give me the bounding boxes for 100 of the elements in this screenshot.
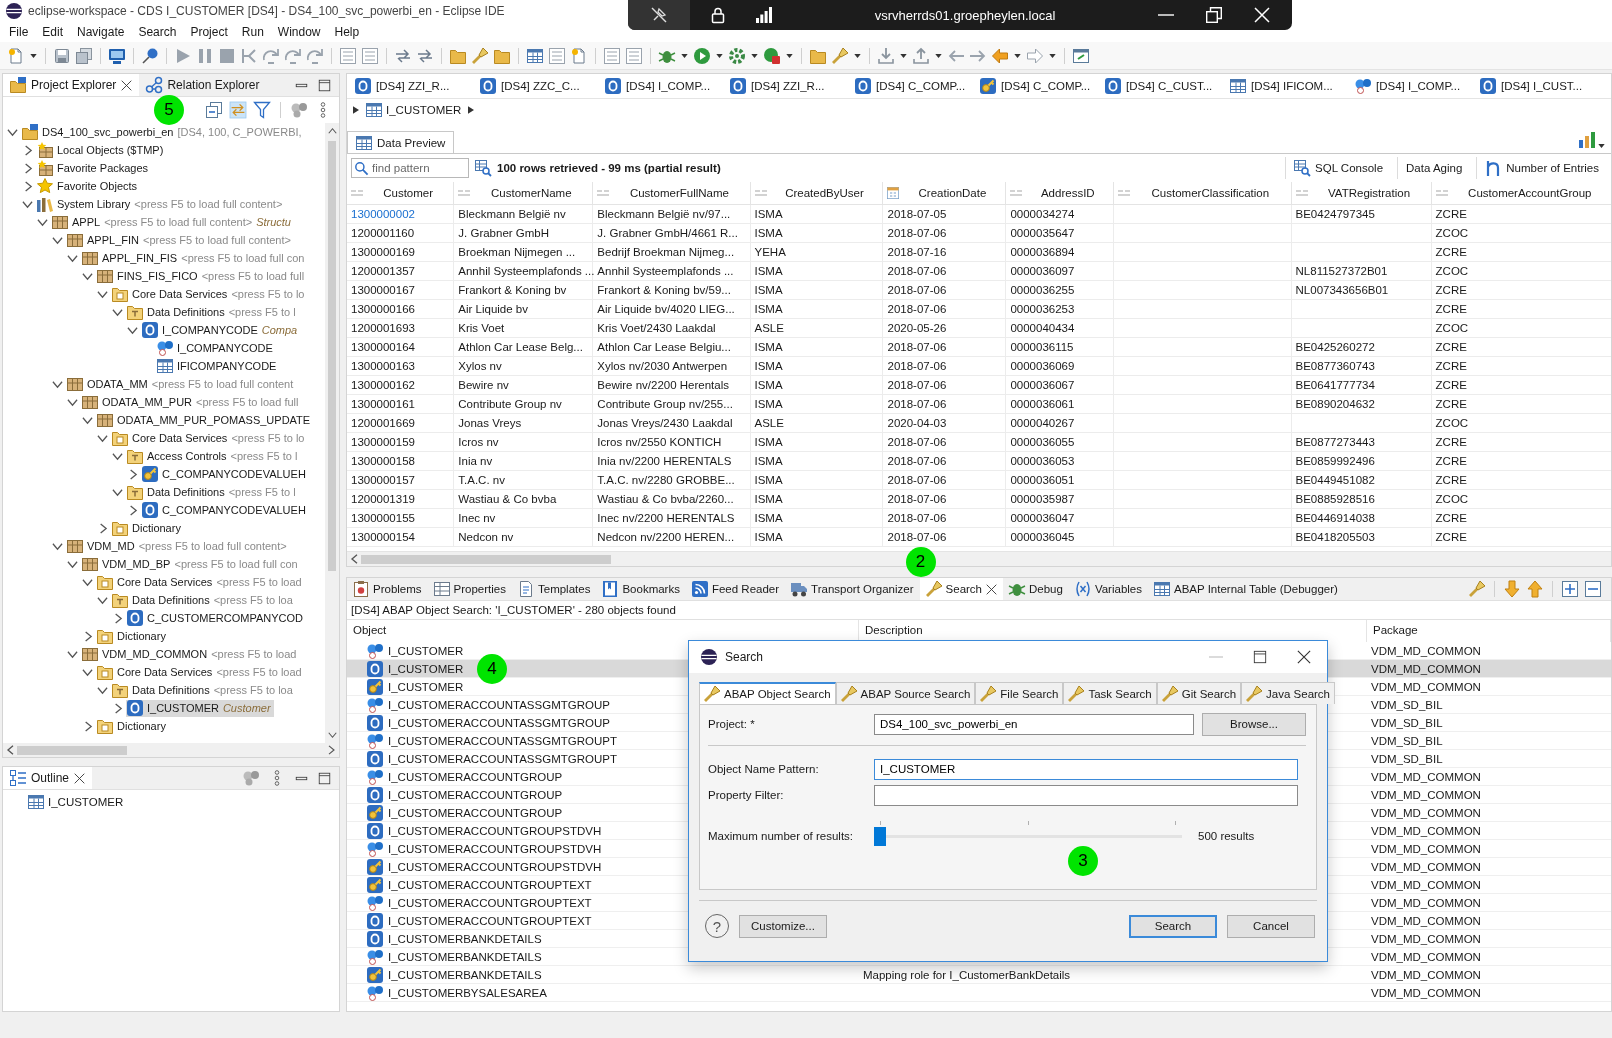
slider-thumb[interactable]: [874, 827, 886, 846]
menu-item[interactable]: File: [2, 24, 36, 40]
chevron-icon[interactable]: [82, 414, 93, 426]
chevron-icon[interactable]: [127, 504, 138, 516]
caret-icon[interactable]: [1014, 53, 1021, 58]
chevron-icon[interactable]: [97, 522, 108, 534]
table-icon[interactable]: [527, 47, 543, 64]
chevron-icon[interactable]: [67, 558, 78, 570]
chevron-icon[interactable]: [67, 252, 78, 264]
tree-item[interactable]: Data Definitions <press F5 to l: [126, 303, 299, 321]
tab[interactable]: Git Search: [1156, 682, 1242, 704]
view-tab[interactable]: Project Explorer: [3, 74, 140, 96]
chevron-icon[interactable]: [82, 720, 93, 732]
chevron-icon[interactable]: [112, 702, 123, 714]
flashlight-icon[interactable]: [1469, 581, 1485, 597]
restore-icon[interactable]: [1206, 7, 1222, 23]
caret-icon[interactable]: [900, 53, 907, 58]
list-icon[interactable]: [362, 47, 378, 64]
chevron-icon[interactable]: [52, 234, 63, 246]
chevron-icon[interactable]: [82, 666, 93, 678]
view-tab[interactable]: Relation Explorer: [139, 74, 267, 96]
chevron-icon[interactable]: [22, 162, 33, 174]
input-field[interactable]: I_CUSTOMER: [874, 758, 1298, 780]
tree-item[interactable]: VDM_MD <press F5 to load full content>: [66, 537, 290, 555]
chevron-icon[interactable]: [351, 554, 358, 564]
tab[interactable]: Java Search: [1241, 682, 1335, 704]
maximize-icon[interactable]: [1253, 650, 1267, 664]
chart-icon[interactable]: [1579, 132, 1595, 148]
chevron-icon[interactable]: [82, 576, 93, 588]
tree-item[interactable]: Data Definitions <press F5 to l: [126, 483, 299, 501]
right-arrow-icon[interactable]: [1027, 47, 1043, 64]
tree-item[interactable]: ODATA_MM <press F5 to load full content: [66, 375, 297, 393]
folder-icon[interactable]: [450, 47, 466, 64]
chevron-icon[interactable]: [22, 144, 33, 156]
column-header[interactable]: Package: [1373, 623, 1418, 637]
chevron-icon[interactable]: [327, 127, 337, 135]
tree-item[interactable]: Data Definitions <press F5 to loa: [111, 591, 296, 609]
tree-item[interactable]: FINS_FIS_FICO <press F5 to load full: [96, 267, 308, 285]
tree-item[interactable]: IFICOMPANYCODE: [156, 357, 280, 375]
menu-item[interactable]: Help: [327, 24, 367, 40]
editor-tab[interactable]: [DS4] I_COMP...: [599, 74, 724, 98]
toolbar-button[interactable]: Data Aging: [1397, 157, 1471, 179]
vertical-scrollbar[interactable]: [325, 123, 339, 743]
column-header[interactable]: VATRegistration: [1291, 182, 1432, 205]
tree-item[interactable]: System Library <press F5 to load full content>: [36, 195, 286, 213]
horizontal-scrollbar[interactable]: [347, 551, 1611, 566]
tree-item[interactable]: APPL <press F5 to load full content> Structu: [51, 213, 294, 231]
tree-item[interactable]: Access Controls <press F5 to l: [126, 447, 301, 465]
tree-item[interactable]: Core Data Services <press F5 to lo: [111, 429, 308, 447]
editor-tab[interactable]: [DS4] I_CUST...: [1474, 74, 1599, 98]
upload-icon[interactable]: [913, 47, 929, 64]
tree-item[interactable]: Core Data Services <press F5 to load: [96, 663, 305, 681]
tab[interactable]: File Search: [975, 682, 1064, 704]
column-header[interactable]: AddressID: [1005, 182, 1114, 205]
left-arrow-icon[interactable]: [992, 47, 1008, 64]
outline-item[interactable]: I_CUSTOMER: [25, 793, 127, 811]
maximize-icon[interactable]: [318, 771, 331, 785]
chevron-icon[interactable]: [82, 270, 93, 282]
editor-tab[interactable]: [DS4] C_COMP...: [849, 74, 974, 98]
chevron-icon[interactable]: [97, 684, 108, 696]
sync-icon[interactable]: [395, 47, 411, 64]
editor-tab[interactable]: [DS4] C_CUST...: [1099, 74, 1224, 98]
toolbar-button[interactable]: Number of Entries: [1476, 157, 1607, 179]
chevron-icon[interactable]: [82, 630, 93, 642]
tree-item[interactable]: ODATA_MM_PUR <press F5 to load full: [81, 393, 302, 411]
chevron-icon[interactable]: [127, 468, 138, 480]
tree-item[interactable]: APPL_FIN <press F5 to load full content>: [66, 231, 294, 249]
sync-icon[interactable]: [417, 47, 433, 64]
view-tab[interactable]: Outline: [3, 767, 93, 789]
view-tab[interactable]: Transport Organizer: [785, 578, 920, 600]
browse-button[interactable]: Browse...: [1202, 712, 1306, 736]
tree-item[interactable]: C_CUSTOMERCOMPANYCOD: [126, 609, 307, 627]
chevron-icon[interactable]: [22, 180, 33, 192]
chevron-icon[interactable]: [67, 648, 78, 660]
breadcrumb-item[interactable]: I_CUSTOMER: [363, 102, 465, 118]
menu-item[interactable]: Run: [234, 24, 271, 40]
document-icon[interactable]: [571, 47, 587, 64]
editor-tab[interactable]: [DS4] C_COMP...: [974, 74, 1099, 98]
filter-icon[interactable]: [254, 102, 270, 118]
chevron-icon[interactable]: [37, 216, 48, 228]
customize-button[interactable]: Customize...: [739, 914, 827, 938]
column-header[interactable]: Customer: [347, 182, 454, 205]
toolbar-button[interactable]: SQL Console: [1285, 157, 1392, 179]
column-header[interactable]: Description: [865, 623, 923, 637]
column-header[interactable]: CreatedByUser: [750, 182, 883, 205]
chevron-icon[interactable]: [22, 198, 33, 210]
view-tab[interactable]: Templates: [512, 578, 597, 600]
editor-tab[interactable]: [DS4] IFICOM...: [1224, 74, 1349, 98]
caret-icon[interactable]: [716, 53, 723, 58]
caret-icon[interactable]: [681, 53, 688, 58]
editor-tab[interactable]: [DS4] ZZC_C...: [474, 74, 599, 98]
tree-item[interactable]: Dictionary: [111, 519, 184, 537]
monitor-icon[interactable]: [109, 47, 125, 64]
tree-item[interactable]: I_CUSTOMER Customer: [126, 699, 274, 717]
tree-item[interactable]: Favorite Objects: [36, 177, 141, 195]
gear-icon[interactable]: [729, 47, 745, 64]
tree-item[interactable]: Core Data Services <press F5 to load: [96, 573, 305, 591]
tree-item[interactable]: Dictionary: [96, 627, 169, 645]
column-header[interactable]: CustomerFullName: [592, 182, 750, 205]
chevron-icon[interactable]: [52, 540, 63, 552]
